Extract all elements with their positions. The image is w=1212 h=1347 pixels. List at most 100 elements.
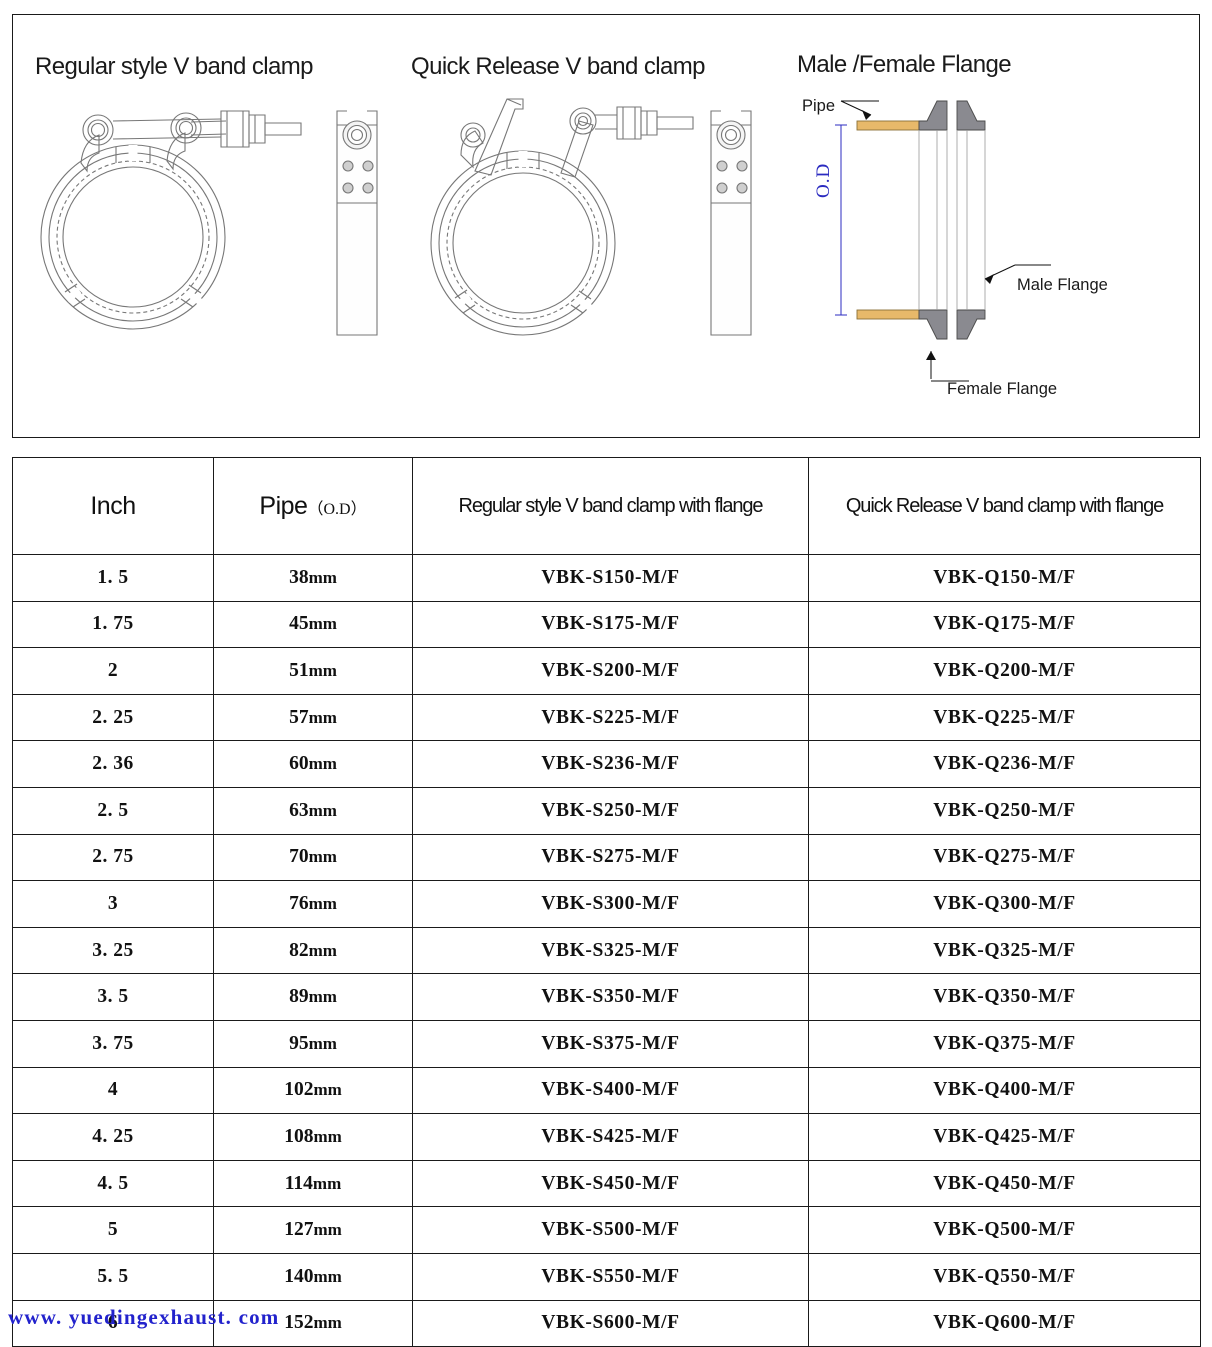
male-flange-label: Male Flange xyxy=(1017,276,1108,294)
regular-clamp-illustration xyxy=(40,110,302,330)
cell-quick-part-number: VBK-Q450-M/F xyxy=(808,1159,1201,1208)
pipe-od-value: 63 xyxy=(289,799,309,821)
cell-quick-part-number: VBK-Q375-M/F xyxy=(808,1019,1201,1068)
diagram-panel: Regular style V band clamp Quick Release… xyxy=(12,14,1200,438)
cell-regular-part-number: VBK-S150-M/F xyxy=(412,554,809,602)
cell-inch: 2. 5 xyxy=(12,786,214,835)
quick-release-clamp-title: Quick Release V band clamp xyxy=(411,53,706,80)
column-header-quick-clamp: Quick Release V band clamp with flange xyxy=(808,457,1201,555)
cell-quick-part-number: VBK-Q425-M/F xyxy=(808,1113,1201,1161)
cell-regular-part-number: VBK-S325-M/F xyxy=(412,926,809,975)
table-row: 2. 36 60mm VBK-S236-M/F VBK-Q236-M/F xyxy=(12,740,1201,788)
cell-regular-part-number: VBK-S250-M/F xyxy=(412,786,809,835)
table-row: 5. 5 140mm VBK-S550-M/F VBK-Q550-M/F xyxy=(12,1252,1201,1301)
cell-inch: 1. 5 xyxy=(12,554,214,602)
cell-quick-part-number: VBK-Q500-M/F xyxy=(808,1206,1201,1254)
cell-pipe-od: 38mm xyxy=(213,554,413,602)
cell-inch: 3. 25 xyxy=(12,926,214,975)
cell-inch: 4. 25 xyxy=(12,1113,214,1161)
cell-pipe-od: 63mm xyxy=(213,786,413,835)
cell-regular-part-number: VBK-S275-M/F xyxy=(412,833,809,882)
pipe-od-unit: mm xyxy=(308,940,337,960)
cell-quick-part-number: VBK-Q600-M/F xyxy=(808,1299,1201,1347)
cell-regular-part-number: VBK-S175-M/F xyxy=(412,600,809,649)
cell-inch: 4 xyxy=(12,1066,214,1115)
column-header-pipe-od: Pipe（O.D） xyxy=(213,457,413,555)
cell-inch: 2. 36 xyxy=(12,740,214,788)
pipe-od-value: 82 xyxy=(289,939,309,961)
cell-quick-part-number: VBK-Q550-M/F xyxy=(808,1252,1201,1301)
flange-leader-lines xyxy=(841,100,1051,382)
pipe-od-value: 152 xyxy=(284,1312,314,1334)
pipe-od-value: 102 xyxy=(284,1079,314,1101)
pipe-od-value: 127 xyxy=(284,1219,314,1241)
cell-regular-part-number: VBK-S375-M/F xyxy=(412,1019,809,1068)
table-row: 5 127mm VBK-S500-M/F VBK-Q500-M/F xyxy=(12,1206,1201,1254)
cell-inch: 5 xyxy=(12,1206,214,1254)
cell-pipe-od: 89mm xyxy=(213,973,413,1021)
table-row: 4. 25 108mm VBK-S425-M/F VBK-Q425-M/F xyxy=(12,1113,1201,1161)
pipe-od-value: 51 xyxy=(289,659,309,681)
table-row: 4 102mm VBK-S400-M/F VBK-Q400-M/F xyxy=(12,1066,1201,1115)
cell-quick-part-number: VBK-Q350-M/F xyxy=(808,973,1201,1021)
cell-inch: 4. 5 xyxy=(12,1159,214,1208)
pipe-od-unit: mm xyxy=(308,987,337,1007)
cell-pipe-od: 127mm xyxy=(213,1206,413,1254)
cell-quick-part-number: VBK-Q250-M/F xyxy=(808,786,1201,835)
vband-clamp-size-table: Inch Pipe（O.D） Regular style V band clam… xyxy=(12,457,1201,1347)
male-female-flange-title: Male /Female Flange xyxy=(797,51,1012,78)
cell-pipe-od: 70mm xyxy=(213,833,413,882)
cell-regular-part-number: VBK-S225-M/F xyxy=(412,693,809,742)
quick-release-clamp-side-view xyxy=(710,110,752,336)
table-row: 2. 5 63mm VBK-S250-M/F VBK-Q250-M/F xyxy=(12,786,1201,835)
table-row: 3. 5 89mm VBK-S350-M/F VBK-Q350-M/F xyxy=(12,973,1201,1021)
pipe-od-unit: mm xyxy=(308,847,337,867)
table-row: 1. 75 45mm VBK-S175-M/F VBK-Q175-M/F xyxy=(12,600,1201,649)
cell-pipe-od: 114mm xyxy=(213,1159,413,1208)
cell-regular-part-number: VBK-S400-M/F xyxy=(412,1066,809,1115)
pipe-od-unit: mm xyxy=(313,1266,342,1286)
table-row: 3. 25 82mm VBK-S325-M/F VBK-Q325-M/F xyxy=(12,926,1201,975)
cell-regular-part-number: VBK-S300-M/F xyxy=(412,880,809,928)
regular-clamp-side-view xyxy=(336,110,378,336)
cell-pipe-od: 140mm xyxy=(213,1252,413,1301)
cell-regular-part-number: VBK-S450-M/F xyxy=(412,1159,809,1208)
table-row: 1. 5 38mm VBK-S150-M/F VBK-Q150-M/F xyxy=(12,554,1201,602)
cell-pipe-od: 76mm xyxy=(213,880,413,928)
table-row: 3. 75 95mm VBK-S375-M/F VBK-Q375-M/F xyxy=(12,1019,1201,1068)
table-row: 2 51mm VBK-S200-M/F VBK-Q200-M/F xyxy=(12,647,1201,695)
cell-pipe-od: 102mm xyxy=(213,1066,413,1115)
cell-inch: 2 xyxy=(12,647,214,695)
outer-diameter-label: O.D xyxy=(813,162,834,198)
cell-regular-part-number: VBK-S200-M/F xyxy=(412,647,809,695)
cell-pipe-od: 95mm xyxy=(213,1019,413,1068)
column-header-regular-clamp: Regular style V band clamp with flange xyxy=(412,457,809,555)
table-header-row: Inch Pipe（O.D） Regular style V band clam… xyxy=(12,457,1201,555)
pipe-od-unit: mm xyxy=(313,1126,342,1146)
cell-inch: 3 xyxy=(12,880,214,928)
table-body: 1. 5 38mm VBK-S150-M/F VBK-Q150-M/F 1. 75 45m… xyxy=(12,554,1201,1347)
pipe-label: Pipe xyxy=(802,97,836,115)
pipe-od-value: 57 xyxy=(289,706,309,728)
cell-quick-part-number: VBK-Q325-M/F xyxy=(808,926,1201,975)
pipe-od-unit: mm xyxy=(308,1033,337,1053)
cell-regular-part-number: VBK-S425-M/F xyxy=(412,1113,809,1161)
cell-pipe-od: 45mm xyxy=(213,600,413,649)
pipe-od-value: 76 xyxy=(289,892,309,914)
cell-quick-part-number: VBK-Q275-M/F xyxy=(808,833,1201,882)
pipe-od-value: 38 xyxy=(289,566,309,588)
table-row: 3 76mm VBK-S300-M/F VBK-Q300-M/F xyxy=(12,880,1201,928)
cell-regular-part-number: VBK-S600-M/F xyxy=(412,1299,809,1347)
column-header-inch: Inch xyxy=(12,457,214,555)
pipe-od-value: 45 xyxy=(289,613,309,635)
pipe-od-unit: mm xyxy=(308,800,337,820)
quick-release-clamp-illustration xyxy=(430,98,694,336)
site-watermark: www. yuedingexhaust. com xyxy=(8,1305,280,1329)
pipe-od-unit: mm xyxy=(312,1173,342,1193)
pipe-od-value: 114 xyxy=(284,1172,313,1194)
cell-inch: 1. 75 xyxy=(12,600,214,649)
cell-quick-part-number: VBK-Q175-M/F xyxy=(808,600,1201,649)
pipe-od-unit: mm xyxy=(313,1220,342,1240)
cell-regular-part-number: VBK-S500-M/F xyxy=(412,1206,809,1254)
cell-inch: 2. 75 xyxy=(12,833,214,882)
